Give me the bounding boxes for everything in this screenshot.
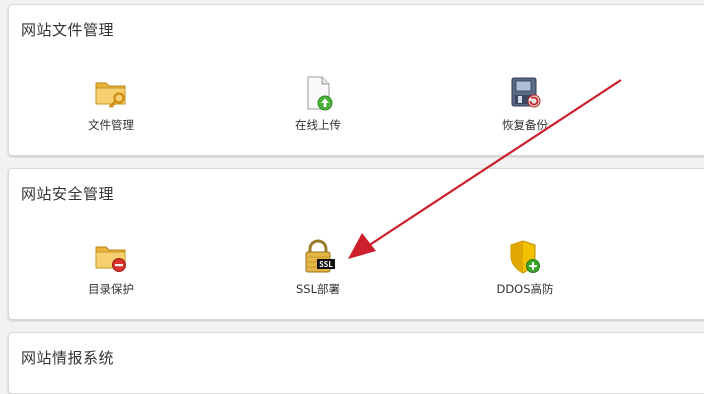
file-manager-label: 文件管理 [88,118,134,132]
folder-key-icon [95,82,126,108]
ssl-lock-icon: SSL [305,239,335,273]
directory-protection-button[interactable]: 目录保护 [51,239,171,297]
ssl-badge-text: SSL [319,260,333,269]
ddos-protection-label: DDOS高防 [496,282,554,296]
ssl-deploy-button[interactable]: SSL SSL部署 [258,239,378,297]
restore-backup-icon [511,77,541,108]
website-intelligence-panel: 网站情报系统 [8,332,704,394]
file-manager-button[interactable]: 文件管理 [51,75,171,133]
restore-backup-label: 恢复备份 [502,118,548,132]
ssl-deploy-label: SSL部署 [295,282,340,296]
ddos-protection-button[interactable]: DDOS高防 [465,239,585,297]
folder-lock-icon [95,246,126,272]
upload-file-icon [307,76,333,111]
online-upload-label: 在线上传 [295,118,341,132]
panel-title: 网站情报系统 [21,349,115,367]
website-file-management-panel: 网站文件管理 文件管理 在线上传 恢复备份 [8,4,704,156]
panel-title: 网站文件管理 [21,21,115,39]
panel-title: 网站安全管理 [21,185,115,203]
online-upload-button[interactable]: 在线上传 [258,75,378,133]
website-security-management-panel: 网站安全管理 目录保护 SSL SSL部署 DDOS高防 [8,168,704,320]
shield-add-icon [510,240,540,274]
restore-backup-button[interactable]: 恢复备份 [465,75,585,133]
directory-protection-label: 目录保护 [88,282,134,296]
